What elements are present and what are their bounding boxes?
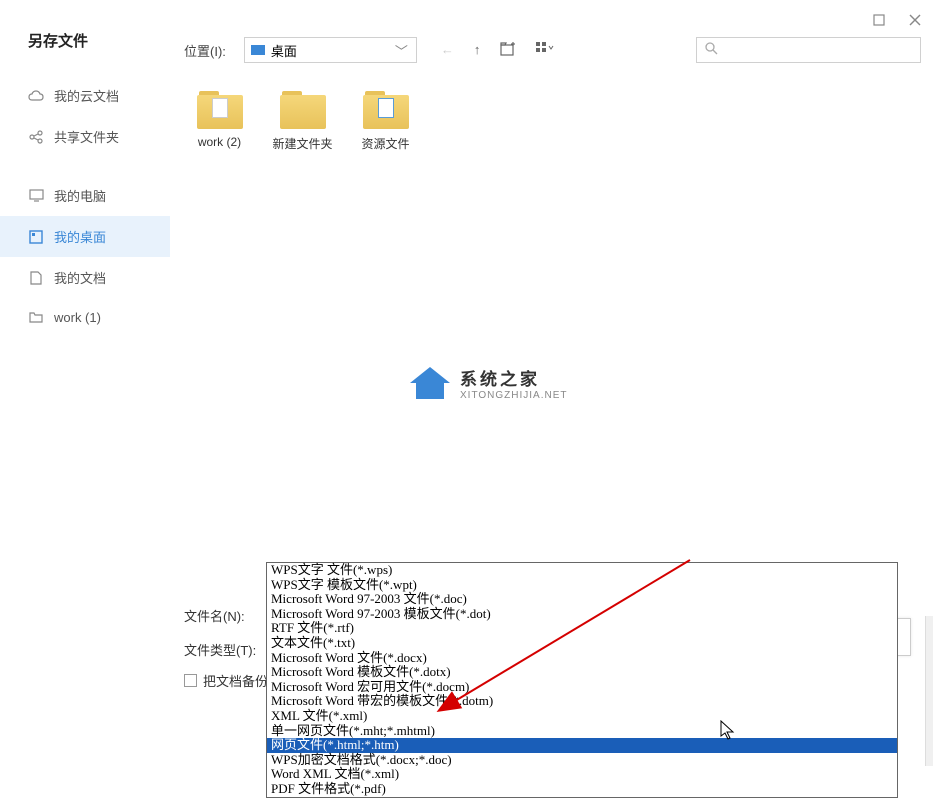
dropdown-option[interactable]: RTF 文件(*.rtf) xyxy=(267,621,897,636)
watermark-text-cn: 系统之家 xyxy=(460,365,568,390)
share-icon xyxy=(28,129,44,145)
dropdown-option[interactable]: WPS文字 模板文件(*.wpt) xyxy=(267,578,897,593)
filetype-dropdown[interactable]: WPS文字 文件(*.wps)WPS文字 模板文件(*.wpt)Microsof… xyxy=(266,562,898,798)
location-value: 桌面 xyxy=(271,41,297,60)
new-folder-button[interactable] xyxy=(500,42,516,59)
sidebar-item-desktop[interactable]: 我的桌面 xyxy=(0,216,170,257)
dropdown-option[interactable]: XML 文件(*.xml) xyxy=(267,709,897,724)
dropdown-option[interactable]: Microsoft Word 文件(*.docx) xyxy=(267,651,897,666)
maximize-button[interactable] xyxy=(871,12,887,28)
dropdown-option[interactable]: 单一网页文件(*.mht;*.mhtml) xyxy=(267,724,897,739)
search-icon xyxy=(705,42,718,58)
file-item[interactable]: 新建文件夹 xyxy=(265,87,340,156)
up-button[interactable]: ↑ xyxy=(474,42,481,59)
cloud-icon xyxy=(28,88,44,104)
location-label: 位置(I): xyxy=(184,41,226,60)
dropdown-option[interactable]: WPS文字 文件(*.wps) xyxy=(267,563,897,578)
sidebar-item-label: 我的文档 xyxy=(54,268,106,287)
sidebar-item-label: 我的桌面 xyxy=(54,227,106,246)
dropdown-option[interactable]: Microsoft Word 带宏的模板文件(*.dotm) xyxy=(267,694,897,709)
file-label: 新建文件夹 xyxy=(272,135,332,152)
watermark-text-en: XITONGZHIJIA.NET xyxy=(460,390,568,401)
folder-icon xyxy=(280,91,326,129)
dropdown-option[interactable]: PDF 文件格式(*.pdf) xyxy=(267,782,897,797)
file-label: 资源文件 xyxy=(361,135,409,152)
watermark: 系统之家 XITONGZHIJIA.NET xyxy=(410,365,568,401)
dropdown-option[interactable]: WPS加密文档格式(*.docx;*.doc) xyxy=(267,753,897,768)
dropdown-option[interactable]: Word XML 文档(*.xml) xyxy=(267,767,897,782)
filetype-label: 文件类型(T): xyxy=(184,640,266,659)
sidebar: 我的云文档 共享文件夹 我的电脑 我的桌面 我的文档 work (1) xyxy=(0,75,170,603)
folder-icon xyxy=(28,309,44,325)
search-input[interactable] xyxy=(724,43,912,57)
file-item[interactable]: work (2) xyxy=(182,87,257,156)
dropdown-option[interactable]: Microsoft Word 97-2003 文件(*.doc) xyxy=(267,592,897,607)
sidebar-item-label: 共享文件夹 xyxy=(54,127,119,146)
sidebar-item-computer[interactable]: 我的电脑 xyxy=(0,175,170,216)
desktop-icon xyxy=(28,229,44,245)
sidebar-item-cloud[interactable]: 我的云文档 xyxy=(0,75,170,116)
filename-label: 文件名(N): xyxy=(184,606,266,625)
file-label: work (2) xyxy=(198,135,241,149)
computer-icon xyxy=(28,188,44,204)
sidebar-item-work[interactable]: work (1) xyxy=(0,298,170,336)
sidebar-item-label: 我的云文档 xyxy=(54,86,119,105)
location-select[interactable]: 桌面 ﹀ xyxy=(244,37,417,63)
sidebar-item-documents[interactable]: 我的文档 xyxy=(0,257,170,298)
dropdown-option[interactable]: 网页文件(*.html;*.htm) xyxy=(267,738,897,753)
sidebar-item-label: 我的电脑 xyxy=(54,186,106,205)
document-icon xyxy=(28,270,44,286)
desktop-icon xyxy=(251,45,265,55)
sidebar-item-shared[interactable]: 共享文件夹 xyxy=(0,116,170,157)
close-button[interactable] xyxy=(907,12,923,28)
dropdown-option[interactable]: Microsoft Word 模板文件(*.dotx) xyxy=(267,665,897,680)
scrollbar[interactable] xyxy=(925,616,933,766)
dropdown-option[interactable]: Microsoft Word 宏可用文件(*.docm) xyxy=(267,680,897,695)
file-item[interactable]: 资源文件 xyxy=(348,87,423,156)
search-box[interactable] xyxy=(696,37,921,63)
back-button[interactable]: ← xyxy=(441,42,454,59)
dropdown-option[interactable]: Microsoft Word 97-2003 模板文件(*.dot) xyxy=(267,607,897,622)
view-options-button[interactable] xyxy=(536,42,554,59)
dialog-title: 另存文件 xyxy=(28,8,88,67)
backup-checkbox[interactable] xyxy=(184,674,197,687)
sidebar-item-label: work (1) xyxy=(54,310,101,325)
watermark-logo-icon xyxy=(410,367,450,399)
dropdown-option[interactable]: 文本文件(*.txt) xyxy=(267,636,897,651)
file-area[interactable]: work (2) 新建文件夹 资源文件 xyxy=(170,75,941,603)
folder-icon xyxy=(363,91,409,129)
chevron-down-icon: ﹀ xyxy=(395,41,408,60)
folder-icon xyxy=(197,91,243,129)
